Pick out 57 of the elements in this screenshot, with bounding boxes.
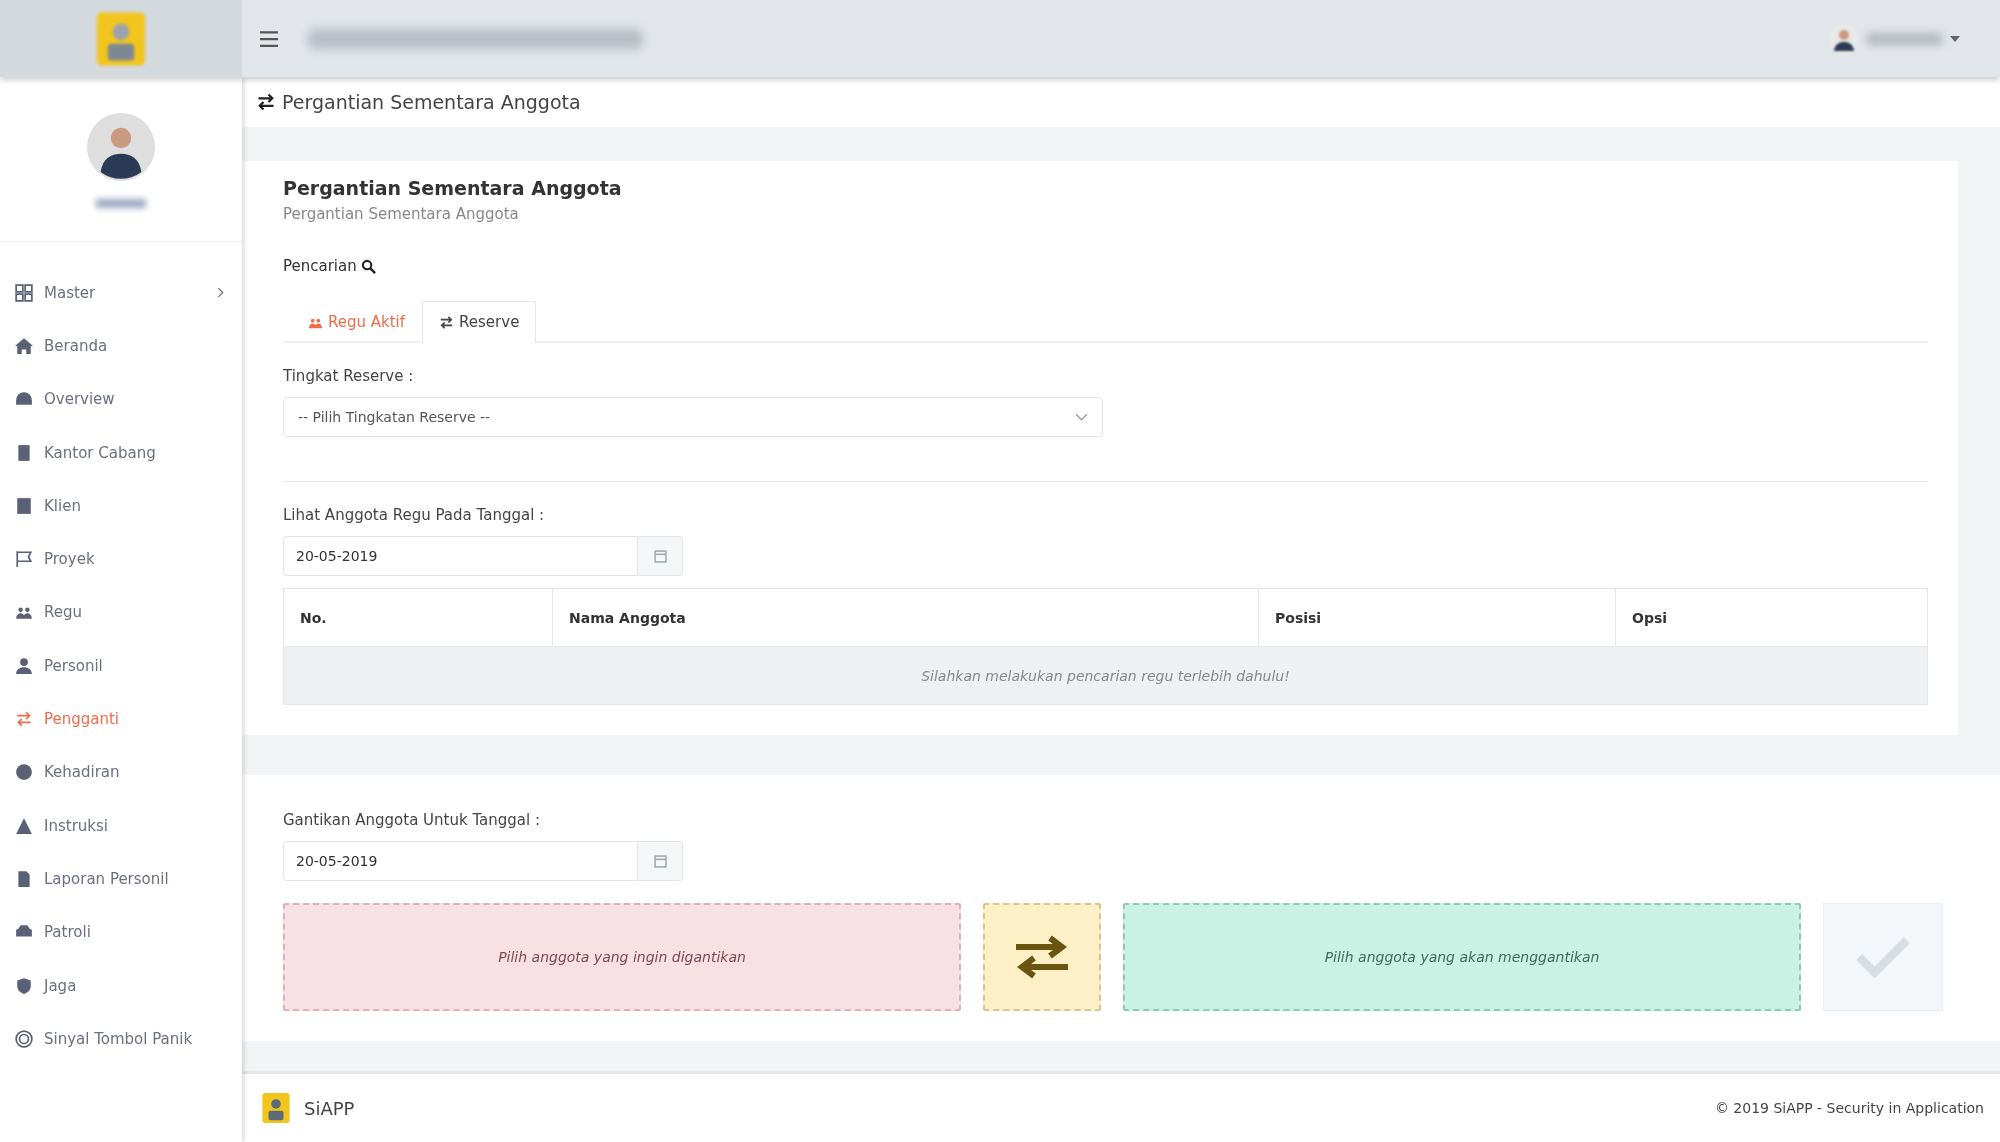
sidebar-item[interactable]: Regu bbox=[0, 585, 242, 640]
caret-icon[interactable] bbox=[1950, 35, 1960, 42]
warning-icon bbox=[15, 816, 33, 835]
home-icon bbox=[15, 336, 33, 355]
sidebar-item[interactable]: Sinyal Tombol Panik bbox=[0, 1012, 242, 1066]
field-label: Tingkat Reserve : bbox=[283, 367, 415, 385]
sidebar-item[interactable]: Kehadiran bbox=[0, 745, 242, 799]
guard-logo-icon bbox=[97, 11, 145, 66]
tab[interactable]: Regu Aktif bbox=[291, 301, 423, 343]
sidebar-item[interactable]: Laporan Personil bbox=[0, 852, 242, 906]
card-subtitle: Pergantian Sementara Anggota bbox=[283, 205, 520, 223]
reserve-level-select[interactable]: -- Pilih Tingkatan Reserve -- bbox=[283, 397, 1103, 437]
calendar-icon bbox=[653, 854, 667, 868]
sidebar-item[interactable]: Pengganti bbox=[0, 692, 242, 746]
check-icon bbox=[1855, 936, 1911, 978]
empty-table-message: Silahkan melakukan pencarian regu terlebih dahulu! bbox=[284, 646, 1927, 704]
target-icon bbox=[15, 1029, 33, 1048]
flag-icon bbox=[15, 550, 33, 569]
field-label: Lihat Anggota Regu Pada Tanggal : bbox=[283, 506, 546, 524]
menu-icon[interactable] bbox=[260, 30, 278, 47]
tab[interactable]: Reserve bbox=[422, 301, 537, 343]
breadcrumb-title: Pergantian Sementara Anggota bbox=[282, 91, 581, 113]
swap-button[interactable] bbox=[983, 903, 1101, 1011]
sidebar-item[interactable]: Kantor Cabang bbox=[0, 425, 242, 480]
sidebar-item[interactable]: Beranda bbox=[0, 319, 242, 373]
date-field[interactable]: 20-05-2019 bbox=[283, 841, 638, 881]
swap-icon bbox=[15, 710, 33, 728]
member-drop-zone[interactable]: Pilih anggota yang ingin digantikan bbox=[283, 903, 961, 1011]
copyright-text: © 2019 SiAPP - Security in Application bbox=[1714, 1100, 1984, 1116]
swap-icon bbox=[439, 314, 455, 330]
search-icon bbox=[360, 258, 376, 274]
sidebar-item[interactable]: Patroli bbox=[0, 905, 242, 959]
field-label: Gantikan Anggota Untuk Tanggal : bbox=[283, 811, 542, 829]
grid-icon bbox=[15, 283, 33, 302]
sidebar-item[interactable]: Jaga bbox=[0, 958, 242, 1013]
sidebar-item[interactable]: Proyek bbox=[0, 532, 242, 586]
card-title: Pergantian Sementara Anggota bbox=[283, 177, 623, 199]
swap-icon bbox=[256, 92, 276, 112]
calendar-icon bbox=[653, 549, 667, 563]
sidebar-item[interactable]: Personil bbox=[0, 639, 242, 693]
sidebar-item[interactable]: Master bbox=[0, 266, 242, 320]
footer-brand: SiAPP bbox=[304, 1097, 355, 1119]
avatar bbox=[87, 113, 155, 181]
member-drop-zone[interactable]: Pilih anggota yang akan menggantikan bbox=[1123, 903, 1801, 1011]
sidebar-item[interactable]: Overview bbox=[0, 372, 242, 426]
person-icon bbox=[15, 656, 33, 675]
user-avatar[interactable] bbox=[1829, 23, 1859, 54]
file-icon bbox=[15, 869, 33, 888]
sidebar-item[interactable]: Klien bbox=[0, 479, 242, 533]
chevron-down-icon bbox=[1075, 413, 1088, 421]
shield-icon bbox=[15, 976, 33, 995]
blurred-user-name bbox=[96, 199, 146, 208]
sidebar-item[interactable]: Instruksi bbox=[0, 798, 242, 853]
guard-logo-icon bbox=[262, 1093, 290, 1123]
column-header: No. bbox=[299, 608, 328, 628]
date-field[interactable]: 20-05-2019 bbox=[283, 536, 638, 576]
search-label: Pencarian bbox=[283, 257, 357, 275]
